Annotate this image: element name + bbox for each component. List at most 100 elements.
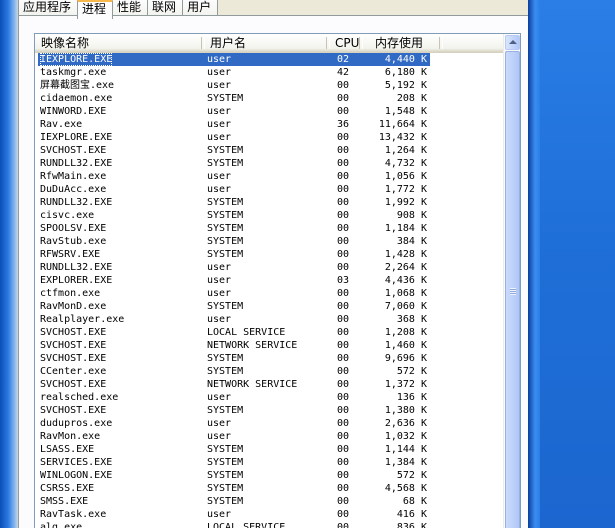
- process-row[interactable]: Realplayer.exe user 00 368 K: [35, 313, 503, 326]
- process-name: RavStub.exe: [40, 236, 107, 247]
- process-memory: 908 K: [396, 210, 427, 221]
- process-name: Realplayer.exe: [40, 314, 125, 325]
- process-memory: 1,372 K: [384, 379, 427, 390]
- process-cpu: 00: [337, 210, 350, 221]
- process-row[interactable]: cisvc.exe SYSTEM 00 908 K: [35, 209, 503, 222]
- process-user: SYSTEM: [207, 236, 244, 247]
- process-name: Rav.exe: [40, 119, 83, 130]
- process-memory: 1,208 K: [384, 327, 427, 338]
- process-row[interactable]: WINWORD.EXE user 00 1,548 K: [35, 105, 503, 118]
- process-memory: 1,548 K: [384, 106, 427, 117]
- process-row[interactable]: RavMon.exe user 00 1,032 K: [35, 430, 503, 443]
- column-header-image-name[interactable]: 映像名称: [35, 34, 201, 52]
- tab-users[interactable]: 用户: [182, 0, 219, 16]
- process-name: SVCHOST.EXE: [40, 353, 107, 364]
- process-row[interactable]: SVCHOST.EXE NETWORK SERVICE 00 1,372 K: [35, 378, 503, 391]
- process-row[interactable]: SVCHOST.EXE SYSTEM 00 9,696 K: [35, 352, 503, 365]
- process-row[interactable]: realsched.exe user 00 136 K: [35, 391, 503, 404]
- grip-icon: [510, 288, 516, 295]
- process-cpu: 00: [337, 405, 350, 416]
- process-cpu: 00: [337, 379, 350, 390]
- process-name: cidaemon.exe: [40, 93, 113, 104]
- process-row[interactable]: WINLOGON.EXE SYSTEM 00 572 K: [35, 469, 503, 482]
- process-cpu: 00: [337, 483, 350, 494]
- process-row[interactable]: RavTask.exe user 00 416 K: [35, 508, 503, 521]
- process-user: SYSTEM: [207, 496, 244, 507]
- vertical-scrollbar[interactable]: [503, 34, 520, 528]
- process-row[interactable]: SVCHOST.EXE NETWORK SERVICE 00 1,460 K: [35, 339, 503, 352]
- process-user: SYSTEM: [207, 301, 244, 312]
- process-cpu: 00: [337, 197, 350, 208]
- tab-applications[interactable]: 应用程序: [18, 0, 79, 16]
- process-name: WINLOGON.EXE: [40, 470, 113, 481]
- process-cpu: 00: [337, 431, 350, 442]
- column-header-memory[interactable]: 内存使用: [369, 34, 439, 52]
- process-cpu: 00: [337, 184, 350, 195]
- process-memory: 1,428 K: [384, 249, 427, 260]
- process-row[interactable]: EXPLORER.EXE user 03 4,436 K: [35, 274, 503, 287]
- tab-networking[interactable]: 联网: [147, 0, 184, 16]
- column-header-cpu[interactable]: CPU: [329, 34, 359, 52]
- process-user: user: [207, 67, 232, 78]
- process-name: WINWORD.EXE: [40, 106, 107, 117]
- process-row[interactable]: RFWSRV.EXE SYSTEM 00 1,428 K: [35, 248, 503, 261]
- process-row[interactable]: cidaemon.exe SYSTEM 00 208 K: [35, 92, 503, 105]
- process-memory: 836 K: [396, 522, 427, 528]
- process-row[interactable]: SERVICES.EXE SYSTEM 00 1,384 K: [35, 456, 503, 469]
- process-row[interactable]: RUNDLL32.EXE SYSTEM 00 4,732 K: [35, 157, 503, 170]
- process-row[interactable]: IEXPLORE.EXE user 00 13,432 K: [35, 131, 503, 144]
- process-name: cisvc.exe: [40, 210, 95, 221]
- process-cpu: 00: [337, 444, 350, 455]
- process-cpu: 00: [337, 223, 350, 234]
- process-row[interactable]: IEXPLORE.EXE user 02 4,440 K: [35, 53, 503, 66]
- process-memory: 11,664 K: [378, 119, 427, 130]
- process-cpu: 00: [337, 171, 350, 182]
- process-row[interactable]: LSASS.EXE SYSTEM 00 1,144 K: [35, 443, 503, 456]
- process-row[interactable]: RavStub.exe SYSTEM 00 384 K: [35, 235, 503, 248]
- process-row[interactable]: SVCHOST.EXE SYSTEM 00 1,380 K: [35, 404, 503, 417]
- process-row[interactable]: RavMonD.exe SYSTEM 00 7,060 K: [35, 300, 503, 313]
- column-header-user-name[interactable]: 用户名: [204, 34, 326, 52]
- tab-processes[interactable]: 进程: [77, 0, 114, 19]
- process-row[interactable]: ctfmon.exe user 00 1,068 K: [35, 287, 503, 300]
- process-user: user: [207, 80, 232, 91]
- column-divider[interactable]: [439, 37, 443, 49]
- process-cpu: 00: [337, 457, 350, 468]
- process-name: alg.exe: [40, 522, 83, 528]
- scroll-up-button[interactable]: [505, 35, 520, 50]
- process-name: 屏幕截图宝.exe: [40, 80, 115, 91]
- process-row[interactable]: SVCHOST.EXE SYSTEM 00 1,264 K: [35, 144, 503, 157]
- process-name: SPOOLSV.EXE: [40, 223, 107, 234]
- process-row[interactable]: RfwMain.exe user 00 1,056 K: [35, 170, 503, 183]
- process-user: user: [207, 509, 232, 520]
- process-row[interactable]: SMSS.EXE SYSTEM 00 68 K: [35, 495, 503, 508]
- process-row[interactable]: SPOOLSV.EXE SYSTEM 00 1,184 K: [35, 222, 503, 235]
- process-row[interactable]: CCenter.exe SYSTEM 00 572 K: [35, 365, 503, 378]
- process-row[interactable]: CSRSS.EXE SYSTEM 00 4,568 K: [35, 482, 503, 495]
- tab-performance[interactable]: 性能: [112, 0, 149, 16]
- process-cpu: 00: [337, 132, 350, 143]
- column-divider[interactable]: [359, 37, 363, 49]
- scroll-thumb[interactable]: [505, 51, 520, 528]
- process-list[interactable]: 映像名称 用户名 CPU 内存使用 IEXPLORE.EXE user 02 4,44…: [34, 33, 521, 528]
- process-memory: 2,264 K: [384, 262, 427, 273]
- process-user: SYSTEM: [207, 470, 244, 481]
- process-row[interactable]: DuDuAcc.exe user 00 1,772 K: [35, 183, 503, 196]
- process-user: user: [207, 392, 232, 403]
- process-row[interactable]: SVCHOST.EXE LOCAL SERVICE 00 1,208 K: [35, 326, 503, 339]
- process-user: SYSTEM: [207, 366, 244, 377]
- process-cpu: 00: [337, 366, 350, 377]
- process-cpu: 00: [337, 301, 350, 312]
- process-row[interactable]: dudupros.exe user 00 2,636 K: [35, 417, 503, 430]
- process-row[interactable]: Rav.exe user 36 11,664 K: [35, 118, 503, 131]
- process-cpu: 00: [337, 509, 350, 520]
- process-memory: 2,636 K: [384, 418, 427, 429]
- process-name: RavMonD.exe: [40, 301, 107, 312]
- process-user: SYSTEM: [207, 405, 244, 416]
- process-row[interactable]: 屏幕截图宝.exe user 00 5,192 K: [35, 79, 503, 92]
- process-row[interactable]: taskmgr.exe user 42 6,180 K: [35, 66, 503, 79]
- process-cpu: 00: [337, 262, 350, 273]
- process-row[interactable]: RUNDLL32.EXE SYSTEM 00 1,992 K: [35, 196, 503, 209]
- process-row[interactable]: RUNDLL32.EXE user 00 2,264 K: [35, 261, 503, 274]
- process-row[interactable]: alg.exe LOCAL SERVICE 00 836 K: [35, 521, 503, 528]
